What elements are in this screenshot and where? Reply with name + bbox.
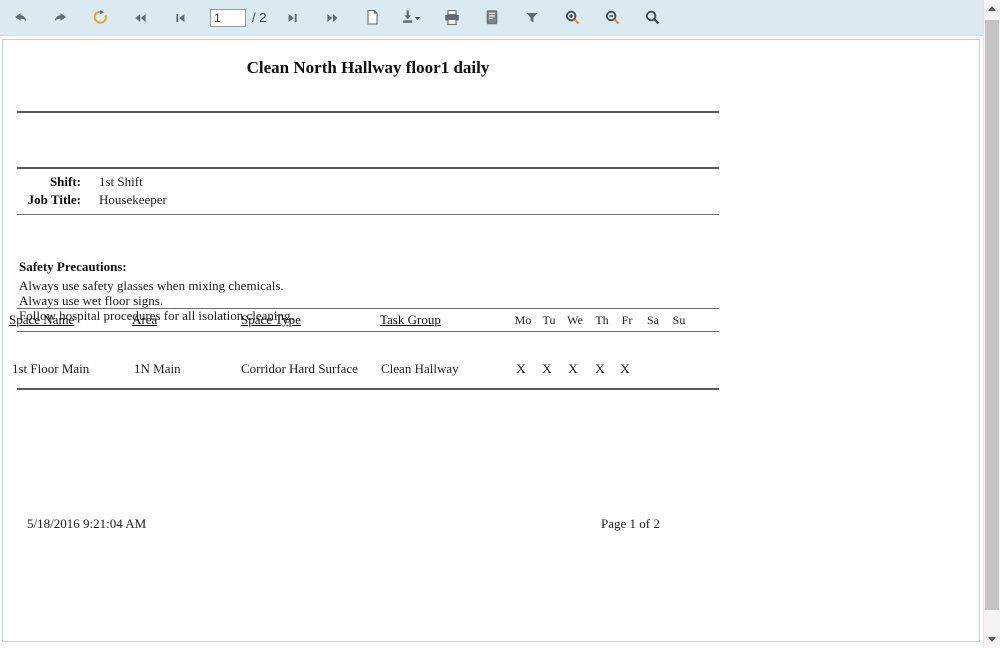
report-document: Clean North Hallway floor1 daily Shift: … xyxy=(3,40,979,641)
forward-arrow-button[interactable] xyxy=(40,1,80,35)
cell-task-group: Clean Hallway xyxy=(381,361,459,377)
cell-area: 1N Main xyxy=(134,361,181,377)
table-divider-bottom xyxy=(17,388,719,390)
export-button[interactable] xyxy=(392,1,432,35)
first-page-button[interactable] xyxy=(160,1,200,35)
page-number-input[interactable] xyxy=(210,9,246,27)
fast-forward-button[interactable] xyxy=(312,1,352,35)
column-header-space-type: Space Type xyxy=(241,312,301,328)
report-viewer-window: / 2 xyxy=(0,0,1000,648)
cell-space-name: 1st Floor Main xyxy=(12,361,89,377)
print-icon xyxy=(443,9,461,26)
zoom-out-button[interactable] xyxy=(592,1,632,35)
safety-line-2: Always use wet floor signs. xyxy=(19,293,163,309)
column-header-mo: Mo xyxy=(512,313,534,328)
scroll-up-button[interactable] xyxy=(984,0,1000,17)
filter-icon xyxy=(524,10,540,25)
column-header-task-group: Task Group xyxy=(380,312,441,328)
first-page-icon xyxy=(172,11,189,25)
report-page-label: Page 1 of 2 xyxy=(601,516,660,532)
page-total-label: / 2 xyxy=(252,10,266,25)
column-header-area: Area xyxy=(132,312,157,328)
scrollbar-thumb[interactable] xyxy=(985,20,999,610)
info-divider xyxy=(17,214,719,215)
zoom-in-button[interactable] xyxy=(552,1,592,35)
cell-day-tu: X xyxy=(536,361,558,377)
cell-day-th: X xyxy=(589,361,611,377)
forward-arrow-icon xyxy=(52,10,69,26)
export-icon xyxy=(401,9,423,26)
job-title-label: Job Title: xyxy=(3,192,81,208)
shift-value: 1st Shift xyxy=(99,174,143,190)
cell-day-we: X xyxy=(562,361,584,377)
zoom-out-icon xyxy=(604,9,621,26)
search-button[interactable] xyxy=(632,1,672,35)
chevron-down-icon xyxy=(988,637,996,642)
print-button[interactable] xyxy=(432,1,472,35)
report-title: Clean North Hallway floor1 daily xyxy=(17,58,719,78)
cell-day-fr: X xyxy=(614,361,636,377)
shift-label: Shift: xyxy=(3,174,81,190)
column-header-we: We xyxy=(564,313,586,328)
table-divider-top xyxy=(17,308,719,309)
fast-forward-icon xyxy=(324,11,341,25)
rewind-icon xyxy=(132,11,149,25)
column-header-space-name: Space Name xyxy=(9,312,74,328)
column-header-fr: Fr xyxy=(616,313,638,328)
refresh-icon xyxy=(92,9,109,26)
back-arrow-icon xyxy=(12,10,29,26)
header-divider-top xyxy=(17,111,719,113)
chevron-up-icon xyxy=(988,6,996,11)
last-page-icon xyxy=(284,11,301,25)
job-title-value: Housekeeper xyxy=(99,192,167,208)
report-timestamp: 5/18/2016 9:21:04 AM xyxy=(27,516,146,532)
document-map-button[interactable] xyxy=(472,1,512,35)
page-navigator: / 2 xyxy=(210,9,266,27)
search-icon xyxy=(644,9,661,26)
table-divider-header xyxy=(17,331,719,332)
zoom-in-icon xyxy=(564,9,581,26)
safety-line-1: Always use safety glasses when mixing ch… xyxy=(19,278,284,294)
column-header-su: Su xyxy=(668,313,690,328)
report-page-panel: Clean North Hallway floor1 daily Shift: … xyxy=(2,39,980,642)
page-icon xyxy=(365,9,380,26)
filter-button[interactable] xyxy=(512,1,552,35)
back-arrow-button[interactable] xyxy=(0,1,40,35)
last-page-button[interactable] xyxy=(272,1,312,35)
scroll-down-button[interactable] xyxy=(984,631,1000,648)
cell-day-mo: X xyxy=(510,361,532,377)
column-header-th: Th xyxy=(591,313,613,328)
rewind-button[interactable] xyxy=(120,1,160,35)
header-divider-bottom xyxy=(17,167,719,169)
book-icon xyxy=(484,9,500,26)
safety-precautions-heading: Safety Precautions: xyxy=(19,259,127,275)
report-toolbar: / 2 xyxy=(0,0,985,36)
vertical-scrollbar[interactable] xyxy=(983,0,1000,648)
column-header-tu: Tu xyxy=(538,313,560,328)
page-setup-button[interactable] xyxy=(352,1,392,35)
cell-space-type: Corridor Hard Surface xyxy=(241,361,358,377)
column-header-sa: Sa xyxy=(642,313,664,328)
refresh-button[interactable] xyxy=(80,1,120,35)
